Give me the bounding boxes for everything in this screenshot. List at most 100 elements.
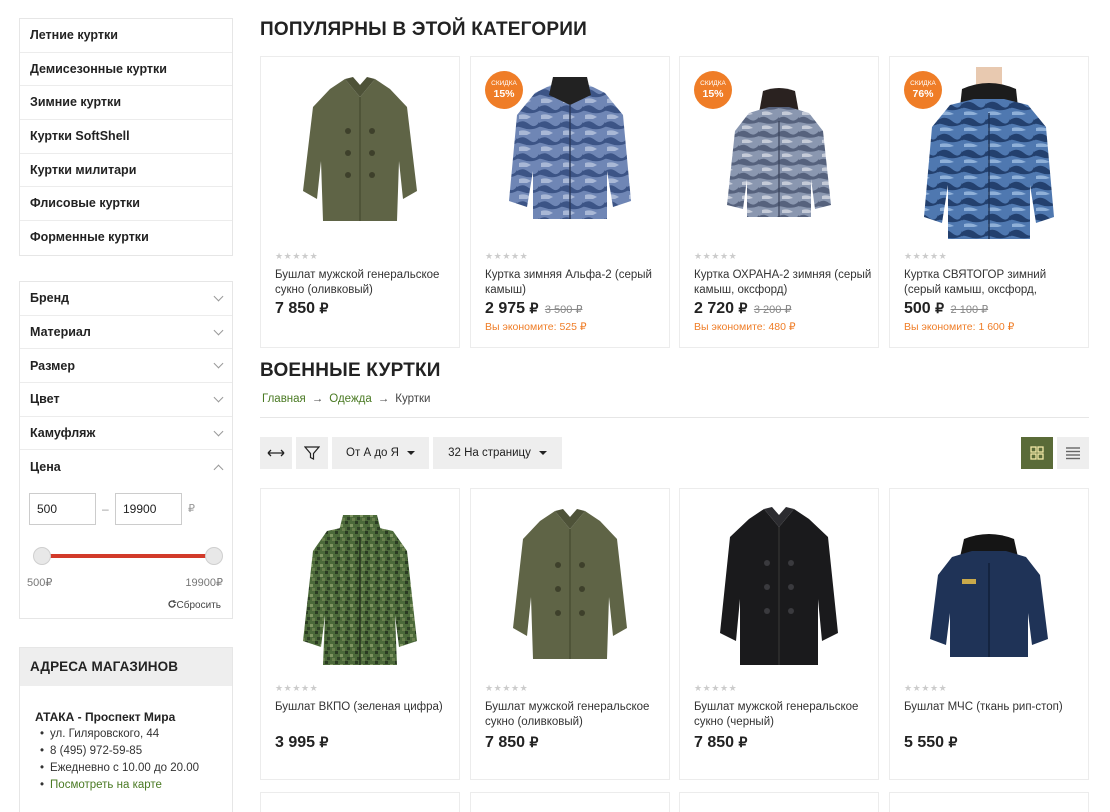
catalog-product-card[interactable]: ★★★★★ Бушлат мужской генеральское сукно … (679, 488, 879, 780)
category-menu: Летние куртки Демисезонные куртки Зимние… (19, 18, 233, 256)
product-name[interactable]: Куртка зимняя Альфа-2 (серый камыш) (485, 268, 665, 297)
breadcrumb-separator: → (377, 393, 390, 405)
catalog-toolbar: От А до Я 32 На страницу (260, 437, 562, 469)
price-currency: ₽ (319, 734, 329, 750)
category-item[interactable]: Куртки милитари (20, 154, 232, 188)
discount-badge: СКИДКА 15% (694, 71, 732, 109)
savings-text: Вы экономите: 525 ₽ (485, 321, 587, 333)
price-max-input[interactable] (115, 493, 182, 526)
filter-camouflage[interactable]: Камуфляж (20, 417, 232, 451)
price-slider[interactable]: 500₽ 19900₽ (20, 544, 232, 589)
expand-horizontal-icon (267, 449, 285, 457)
popular-product-card[interactable]: СКИДКА 15% ★★★★★ Куртка зимняя Альфа-2 (с… (470, 56, 670, 348)
mchs-jacket-image (930, 534, 1048, 657)
catalog-title: ВОЕННЫЕ КУРТКИ (260, 360, 441, 381)
category-item[interactable]: Форменные куртки (20, 221, 232, 255)
price-min-input[interactable] (29, 493, 96, 526)
slider-min-label: 500₽ (27, 577, 53, 590)
category-item[interactable]: Флисовые куртки (20, 187, 232, 222)
catalog-product-card[interactable] (470, 792, 670, 812)
product-name[interactable]: Бушлат ВКПО (зеленая цифра) (275, 700, 455, 715)
popular-product-card[interactable]: СКИДКА 15% ★★★★★ Куртка ОХРАНА-2 зимняя (… (679, 56, 879, 348)
category-item[interactable]: Летние куртки (20, 19, 232, 53)
price-currency: ₽ (738, 734, 748, 750)
product-image (890, 529, 1088, 669)
price-value: 7 850 (694, 734, 735, 751)
badge-label: СКИДКА (910, 80, 936, 87)
category-item[interactable]: Зимние куртки (20, 86, 232, 121)
popular-product-card[interactable]: ★★★★★ Бушлат мужской генеральское сукно … (260, 56, 460, 348)
badge-label: СКИДКА (700, 80, 726, 87)
catalog-product-card[interactable]: ★★★★★ Бушлат МЧС (ткань рип-стоп) 5 550 … (889, 488, 1089, 780)
expand-button[interactable] (260, 437, 292, 469)
catalog-product-card[interactable]: ★★★★★ Бушлат ВКПО (зеленая цифра) 3 995 … (260, 488, 460, 780)
list-view-button[interactable] (1057, 437, 1089, 469)
breadcrumb-separator: → (311, 393, 324, 405)
filter-button[interactable] (296, 437, 328, 469)
filter-material[interactable]: Материал (20, 316, 232, 350)
discount-badge: СКИДКА 15% (485, 71, 523, 109)
chevron-down-icon (213, 291, 224, 302)
filter-price[interactable]: Цена (20, 450, 232, 484)
slider-min-handle[interactable] (33, 547, 51, 566)
savings-text: Вы экономите: 480 ₽ (694, 321, 796, 333)
grid-view-icon (1030, 446, 1044, 460)
store-name: АТАКА - Проспект Мира (35, 710, 176, 724)
product-name[interactable]: Бушлат МЧС (ткань рип-стоп) (904, 700, 1084, 715)
popular-title: ПОПУЛЯРНЫ В ЭТОЙ КАТЕГОРИИ (260, 19, 587, 40)
store-addresses: АДРЕСА МАГАЗИНОВ АТАКА - Проспект Мира у… (19, 647, 233, 812)
filter-funnel-icon (304, 446, 320, 460)
price-currency: ₽ (935, 300, 945, 316)
chevron-down-icon (213, 325, 224, 335)
slider-max-handle[interactable] (205, 547, 223, 566)
grid-view-button[interactable] (1021, 437, 1053, 469)
filter-size[interactable]: Размер (20, 349, 232, 384)
per-page-dropdown[interactable]: 32 На страницу (433, 437, 562, 469)
chevron-down-icon (213, 358, 224, 369)
breadcrumb-home[interactable]: Главная (262, 393, 306, 405)
product-name[interactable]: Бушлат мужской генеральское сукно (оливк… (275, 268, 455, 297)
slider-max-label: 19900₽ (185, 577, 223, 590)
breadcrumb-clothing[interactable]: Одежда (329, 393, 371, 405)
reset-button[interactable]: Сбросить (167, 599, 221, 611)
product-image (261, 511, 459, 671)
old-price: 2 100 ₽ (950, 304, 989, 316)
per-page-label: 32 На страницу (448, 447, 531, 459)
category-item[interactable]: Демисезонные куртки (20, 53, 232, 87)
price-inputs: – ₽ (20, 484, 232, 544)
product-price: 7 850 ₽ (694, 734, 747, 752)
savings-text: Вы экономите: 1 600 ₽ (904, 321, 1015, 333)
rating-stars: ★★★★★ (904, 251, 948, 261)
price-currency: ₽ (529, 300, 539, 316)
catalog-product-card[interactable] (260, 792, 460, 812)
sort-dropdown[interactable]: От А до Я (332, 437, 429, 469)
discount-badge: СКИДКА 76% (904, 71, 942, 109)
black-peacoat-image (720, 507, 838, 665)
product-image (471, 503, 669, 673)
filter-brand[interactable]: Бренд (20, 282, 232, 316)
filter-label: Камуфляж (30, 426, 96, 441)
product-name[interactable]: Бушлат мужской генеральское сукно (оливк… (485, 700, 665, 729)
product-image (680, 503, 878, 673)
filter-label: Цвет (30, 392, 60, 407)
product-price: 7 850 ₽ (485, 734, 538, 752)
store-map-link[interactable]: Посмотреть на карте (40, 777, 232, 794)
product-name[interactable]: Куртка ОХРАНА-2 зимняя (серый камыш, окс… (694, 268, 874, 297)
catalog-product-card[interactable]: ★★★★★ Бушлат мужской генеральское сукно … (470, 488, 670, 780)
product-price: 3 995 ₽ (275, 734, 328, 752)
reset-label: Сбросить (176, 600, 221, 611)
price-value: 5 550 (904, 734, 945, 751)
product-name[interactable]: Бушлат мужской генеральское сукно (черны… (694, 700, 874, 729)
old-price: 3 200 ₽ (753, 304, 792, 316)
catalog-product-card[interactable] (889, 792, 1089, 812)
category-item[interactable]: Куртки SoftShell (20, 120, 232, 154)
price-dash: – (102, 502, 109, 517)
product-name[interactable]: Куртка СВЯТОГОР зимний (серый камыш, окс… (904, 268, 1084, 297)
list-view-icon (1066, 447, 1080, 460)
rating-stars: ★★★★★ (275, 683, 319, 693)
divider (260, 417, 1089, 418)
catalog-product-card[interactable] (679, 792, 879, 812)
popular-product-card[interactable]: СКИДКА 76% ★★★★★ Куртка СВЯТОГОР зимний (… (889, 56, 1089, 348)
filter-color[interactable]: Цвет (20, 383, 232, 417)
filter-label: Цена (30, 460, 61, 475)
